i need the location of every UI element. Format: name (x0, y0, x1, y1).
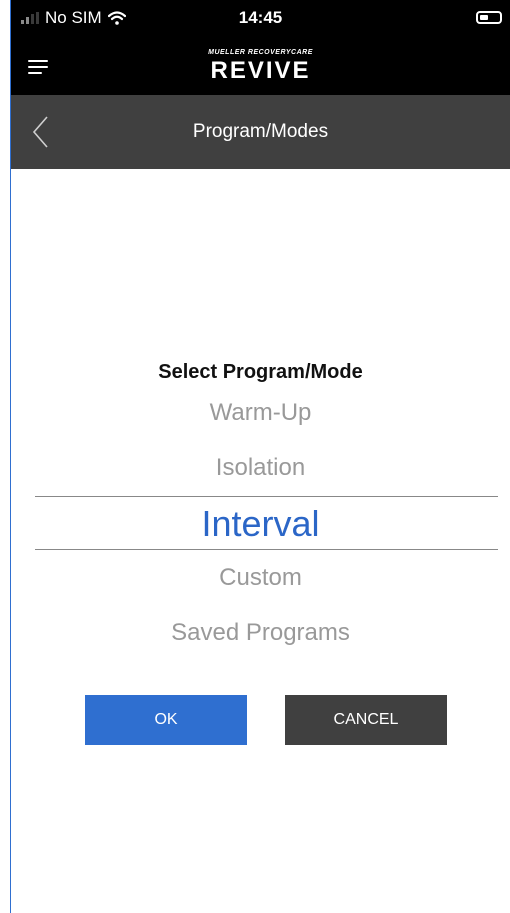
status-time: 14:45 (238, 8, 283, 27)
picker-selection-line-top (35, 496, 498, 497)
ok-button[interactable]: OK (85, 695, 247, 745)
picker-option[interactable]: Custom (11, 564, 510, 592)
picker-selection-line-bottom (35, 549, 498, 550)
brand-logo: MUELLER RECOVERYCARE REVIVE (11, 49, 510, 85)
app-header: MUELLER RECOVERYCARE REVIVE (11, 38, 510, 95)
status-bar: No SIM 14:45 (11, 0, 510, 38)
nav-bar: Program/Modes (11, 95, 510, 169)
page-title: Program/Modes (192, 121, 329, 142)
brand-sub: MUELLER RECOVERYCARE (208, 49, 313, 56)
picker-option-selected[interactable]: Interval (11, 503, 510, 545)
picker-option[interactable]: Warm-Up (11, 399, 510, 427)
cancel-button[interactable]: CANCEL (285, 695, 447, 745)
picker-option[interactable]: Isolation (11, 454, 510, 482)
picker-option[interactable]: Saved Programs (11, 619, 510, 647)
battery-icon (476, 11, 502, 24)
picker-label: Select Program/Mode (158, 361, 363, 383)
brand-main: REVIVE (210, 57, 311, 84)
